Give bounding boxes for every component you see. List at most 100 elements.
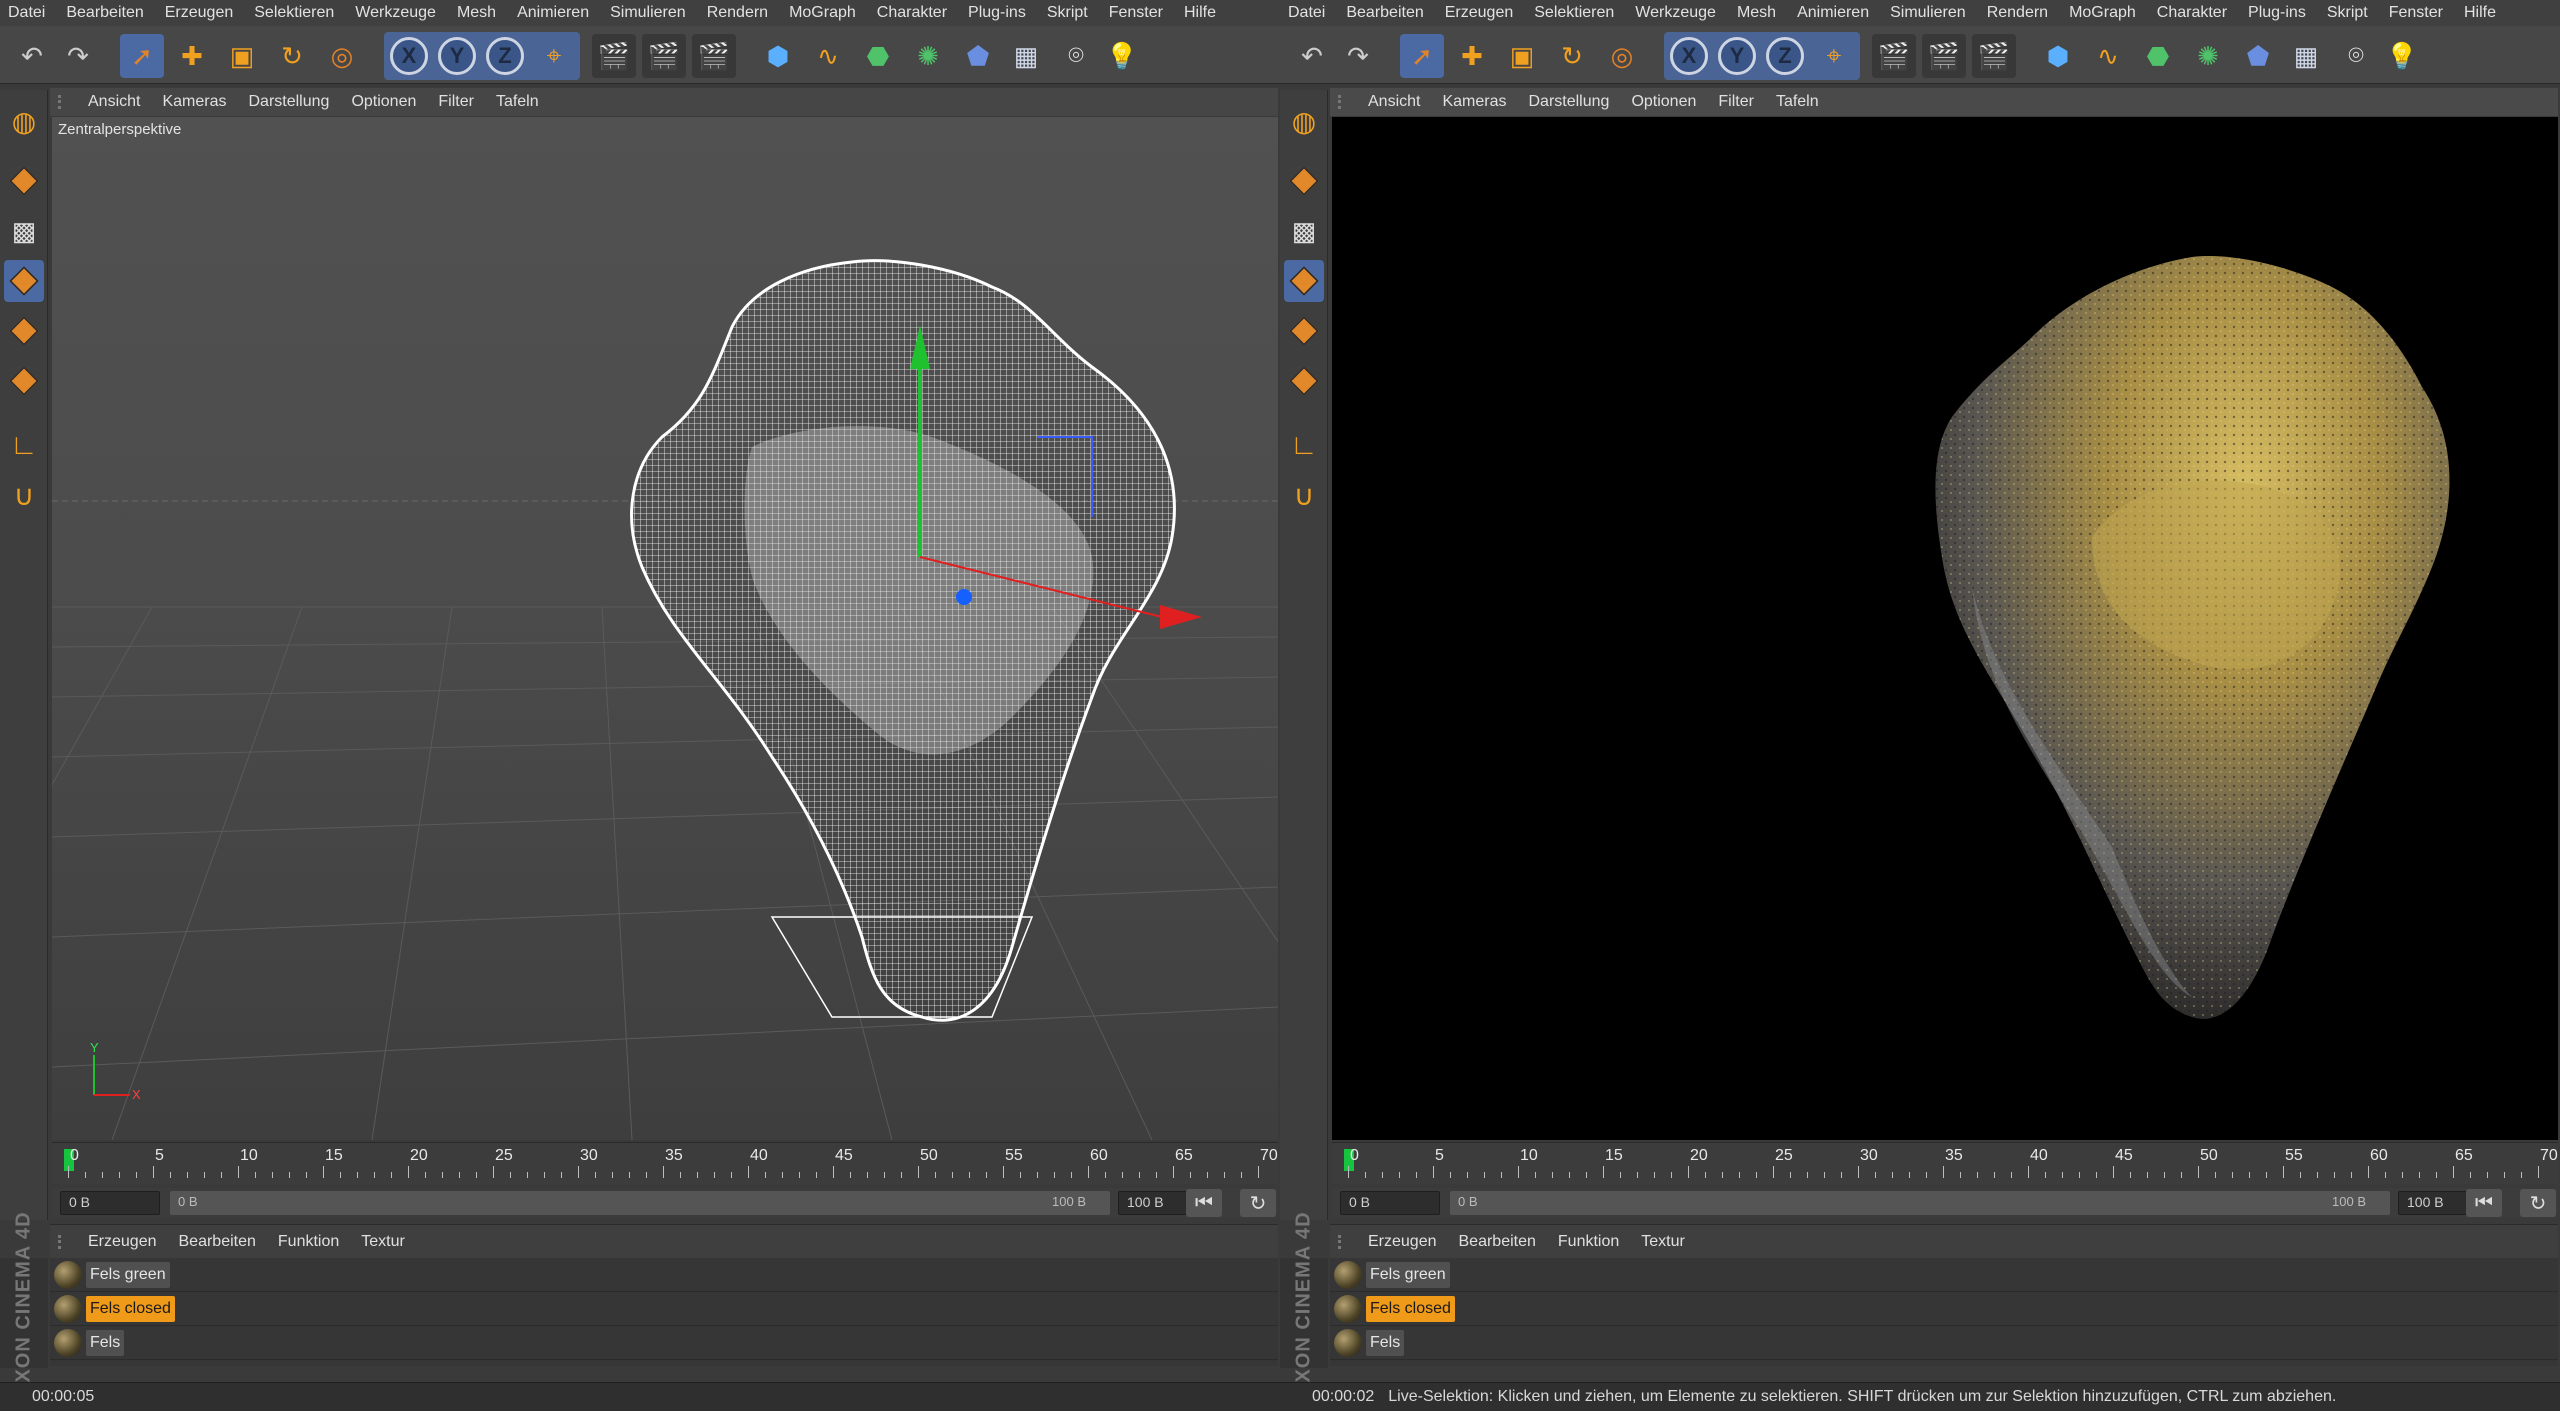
render-picture-viewer-icon[interactable]: 🎬 [1922,34,1966,78]
menu-charakter[interactable]: Charakter [2157,4,2227,22]
menu-erzeugen[interactable]: Erzeugen [165,4,234,22]
coordinate-system-icon[interactable]: ⌖ [532,34,576,78]
nurbs-icon[interactable]: ⬣ [2136,34,2180,78]
menu-selektieren[interactable]: Selektieren [254,4,334,22]
model-mode-icon[interactable] [1284,160,1324,202]
mmenu-erzeugen[interactable]: Erzeugen [1368,1233,1437,1251]
menu-plugins[interactable]: Plug-ins [2248,4,2306,22]
menu-selektieren[interactable]: Selektieren [1534,4,1614,22]
menu-hilfe[interactable]: Hilfe [1184,4,1216,22]
move-icon[interactable]: ✚ [170,34,214,78]
render-settings-icon[interactable]: 🎬 [1972,34,2016,78]
mmenu-textur[interactable]: Textur [1641,1233,1685,1251]
timeline-ruler[interactable]: 0 5 10 15 20 25 30 35 40 45 50 55 60 65 70 [1332,1142,2558,1184]
snap-magnet-icon[interactable]: ∪ [4,474,44,516]
nurbs-icon[interactable]: ⬣ [856,34,900,78]
vmenu-darstellung[interactable]: Darstellung [1529,93,1610,111]
z-axis-handle[interactable] [956,589,972,605]
array-icon[interactable]: ✺ [906,34,950,78]
mmenu-funktion[interactable]: Funktion [1558,1233,1619,1251]
material-row[interactable]: Fels green [50,1258,1278,1292]
model-mode-icon[interactable] [4,160,44,202]
texture-mode-icon[interactable]: ▩ [4,210,44,252]
texture-mode-icon[interactable]: ▩ [1284,210,1324,252]
menu-rendern[interactable]: Rendern [1987,4,2048,22]
move-icon[interactable]: ✚ [1450,34,1494,78]
menu-datei[interactable]: Datei [8,4,45,22]
menu-plugins[interactable]: Plug-ins [968,4,1026,22]
vmenu-optionen[interactable]: Optionen [351,93,416,111]
menu-charakter[interactable]: Charakter [877,4,947,22]
menu-datei[interactable]: Datei [1288,4,1325,22]
menu-simulieren[interactable]: Simulieren [610,4,686,22]
render-viewport[interactable] [1332,117,2558,1140]
mmenu-bearbeiten[interactable]: Bearbeiten [1459,1233,1536,1251]
vmenu-tafeln[interactable]: Tafeln [1776,93,1819,111]
light-icon[interactable]: 💡 [1100,34,1144,78]
menu-fenster[interactable]: Fenster [2389,4,2443,22]
scale-icon[interactable]: ▣ [1500,34,1544,78]
vmenu-filter[interactable]: Filter [438,93,474,111]
menu-animieren[interactable]: Animieren [1797,4,1869,22]
point-mode-icon[interactable] [4,260,44,302]
material-row[interactable]: Fels [1330,1326,2558,1360]
rotate-icon[interactable]: ↻ [270,34,314,78]
vmenu-darstellung[interactable]: Darstellung [249,93,330,111]
axis-z-button[interactable]: Z [1766,37,1804,75]
menu-animieren[interactable]: Animieren [517,4,589,22]
menu-simulieren[interactable]: Simulieren [1890,4,1966,22]
recent-tool-icon[interactable]: ◎ [1600,34,1644,78]
mmenu-bearbeiten[interactable]: Bearbeiten [179,1233,256,1251]
cube-primitive-icon[interactable]: ⬢ [756,34,800,78]
menu-erzeugen[interactable]: Erzeugen [1445,4,1514,22]
grip-handle[interactable] [1338,95,1350,109]
polygon-mode-icon[interactable] [1284,360,1324,402]
live-selection-icon[interactable]: ➚ [1400,34,1444,78]
vmenu-filter[interactable]: Filter [1718,93,1754,111]
timeline-ruler[interactable]: 0 5 10 15 20 25 30 35 40 45 50 55 60 65 70 [52,1142,1278,1184]
rotate-icon[interactable]: ↻ [1550,34,1594,78]
axis-mode-icon[interactable]: ∟ [4,424,44,466]
render-picture-viewer-icon[interactable]: 🎬 [642,34,686,78]
menu-rendern[interactable]: Rendern [707,4,768,22]
coordinate-system-icon[interactable]: ⌖ [1812,34,1856,78]
render-view-icon[interactable]: 🎬 [1872,34,1916,78]
cube-primitive-icon[interactable]: ⬢ [2036,34,2080,78]
snap-magnet-icon[interactable]: ∪ [1284,474,1324,516]
render-settings-icon[interactable]: 🎬 [692,34,736,78]
loop-icon[interactable]: ↻ [1240,1189,1276,1217]
editor-viewport[interactable]: Y X Zentralperspektive [52,117,1278,1140]
spline-icon[interactable]: ∿ [806,34,850,78]
undo-icon[interactable]: ↶ [1290,34,1334,78]
render-view-icon[interactable]: 🎬 [592,34,636,78]
redo-icon[interactable]: ↷ [56,34,100,78]
live-selection-icon[interactable]: ➚ [120,34,164,78]
menu-skript[interactable]: Skript [1047,4,1088,22]
menu-bearbeiten[interactable]: Bearbeiten [66,4,143,22]
vmenu-kameras[interactable]: Kameras [162,93,226,111]
grip-handle[interactable] [1338,1234,1350,1249]
menu-hilfe[interactable]: Hilfe [2464,4,2496,22]
menu-bearbeiten[interactable]: Bearbeiten [1346,4,1423,22]
deformer-icon[interactable]: ⬟ [2236,34,2280,78]
vmenu-tafeln[interactable]: Tafeln [496,93,539,111]
mmenu-funktion[interactable]: Funktion [278,1233,339,1251]
menu-skript[interactable]: Skript [2327,4,2368,22]
axis-y-button[interactable]: Y [438,37,476,75]
start-frame-field[interactable]: 0 B [60,1191,160,1215]
vmenu-kameras[interactable]: Kameras [1442,93,1506,111]
edge-mode-icon[interactable] [4,310,44,352]
light-icon[interactable]: 💡 [2380,34,2424,78]
loop-icon[interactable]: ↻ [2520,1189,2556,1217]
axis-x-button[interactable]: X [1670,37,1708,75]
range-slider[interactable]: 0 B 100 B [1450,1191,2390,1215]
goto-start-icon[interactable]: ⏮ [2466,1189,2502,1217]
spline-icon[interactable]: ∿ [2086,34,2130,78]
grip-handle[interactable] [58,1234,70,1249]
material-row[interactable]: Fels closed [1330,1292,2558,1326]
vmenu-optionen[interactable]: Optionen [1631,93,1696,111]
polygon-mode-icon[interactable] [4,360,44,402]
menu-fenster[interactable]: Fenster [1109,4,1163,22]
axis-y-button[interactable]: Y [1718,37,1756,75]
material-row[interactable]: Fels [50,1326,1278,1360]
